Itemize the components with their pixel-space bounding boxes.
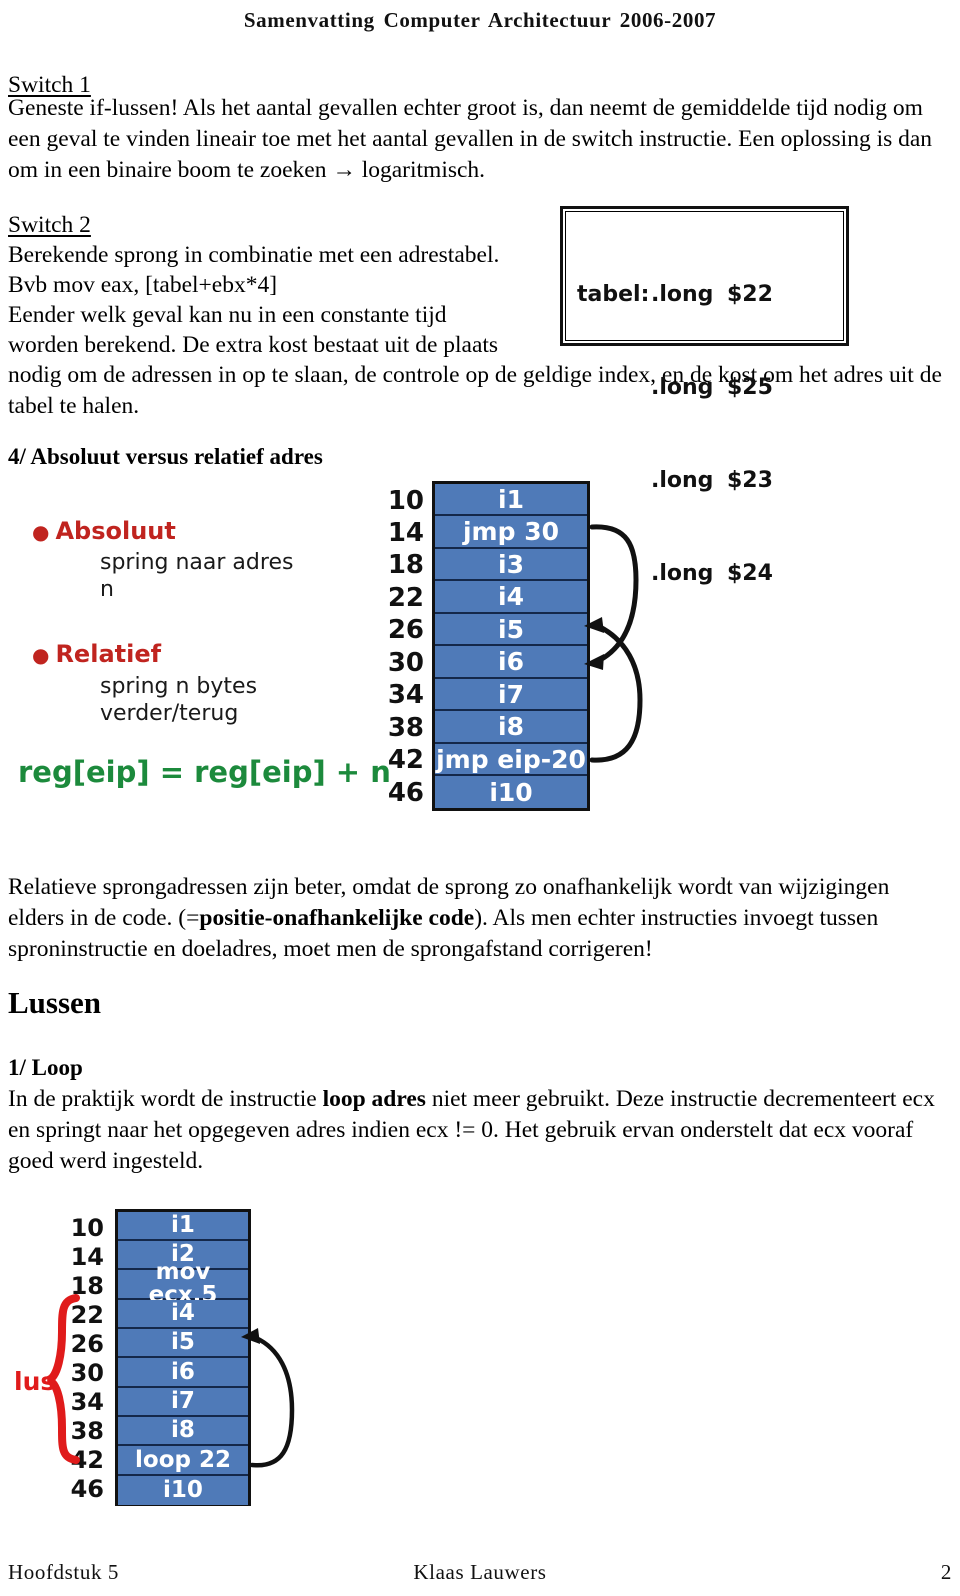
table-cell-value: $24 — [727, 561, 773, 586]
table-cell-directive: .long — [651, 468, 714, 493]
memory-address-label: 46 — [70, 1475, 104, 1503]
footer-author: Klaas Lauwers — [413, 1560, 547, 1584]
arrow-jmpeip-path — [589, 624, 643, 763]
memory-cell: i4 — [118, 1300, 248, 1329]
table-cell-value: $23 — [727, 468, 773, 493]
memory-address-label: 46 — [387, 778, 424, 808]
arrow-jmp30-path — [589, 524, 639, 663]
table-cell-value: $22 — [727, 282, 773, 307]
memory-cell: i7 — [435, 679, 587, 711]
memory-address-label: 30 — [70, 1359, 104, 1387]
memory-cell: i6 — [118, 1358, 248, 1388]
memory-address-label: 18 — [70, 1272, 104, 1300]
memory-address-label: 22 — [387, 583, 424, 613]
memory-box: i1 jmp 30 i3 i4 i5 i6 i7 i8 jmp eip-20 i… — [432, 481, 590, 811]
memory-address-label: 14 — [387, 518, 424, 548]
memory-address-label: 38 — [387, 713, 424, 743]
memory-address-label: 34 — [70, 1388, 104, 1416]
memory-cell: i8 — [118, 1417, 248, 1446]
memory-cell: i10 — [118, 1476, 248, 1505]
document-footer: Hoofdstuk 5 Klaas Lauwers 2 — [0, 1560, 960, 1590]
table-cell-directive: .long — [651, 561, 714, 586]
memory-cell: i8 — [435, 711, 587, 744]
memory-address-label: 38 — [70, 1417, 104, 1445]
memory-cell: i4 — [435, 581, 587, 614]
memory-address-label: 10 — [387, 486, 424, 516]
memory-address-label: 34 — [387, 680, 424, 710]
memory-address-label: 42 — [70, 1446, 104, 1474]
memory-address-label: 22 — [70, 1301, 104, 1329]
memory-cell: i10 — [435, 776, 587, 808]
memory-cell: i1 — [435, 484, 587, 516]
label-lus: lus — [14, 1367, 56, 1396]
memory-cell: jmp 30 — [435, 516, 587, 549]
memory-cell: i5 — [118, 1329, 248, 1358]
memory-address-label: 18 — [387, 550, 424, 580]
table-cell-directive: .long — [651, 375, 714, 400]
memory-address-label: 42 — [387, 745, 424, 775]
memory-address-label: 14 — [70, 1243, 104, 1271]
memory-cell: i6 — [435, 646, 587, 679]
figure-memory-loop: 10 14 18 22 26 30 34 38 42 46 i1 i2 mov … — [0, 0, 340, 1596]
memory-address-label: 26 — [70, 1330, 104, 1358]
memory-cell: jmp eip-20 — [435, 744, 587, 776]
memory-cell: i7 — [118, 1388, 248, 1417]
table-cell-directive: .long — [651, 282, 714, 307]
table-cell-value: $25 — [727, 375, 773, 400]
memory-cell: loop 22 — [118, 1446, 248, 1476]
memory-address-label: 26 — [387, 615, 424, 645]
memory-address-label: 10 — [70, 1214, 104, 1242]
document-page: Samenvatting Computer Architectuur 2006-… — [0, 0, 960, 1596]
memory-cell: mov ecx,5 — [118, 1261, 248, 1307]
arrow-loop-path — [249, 1335, 295, 1468]
memory-box: i1 i2 mov ecx,5 i4 i5 i6 i7 i8 loop 22 i… — [115, 1209, 251, 1506]
memory-cell: i5 — [435, 614, 587, 646]
memory-address-label: 30 — [387, 648, 424, 678]
footer-page-number: 2 — [940, 1560, 952, 1584]
memory-cell: i1 — [118, 1212, 248, 1241]
memory-cell: i3 — [435, 549, 587, 581]
